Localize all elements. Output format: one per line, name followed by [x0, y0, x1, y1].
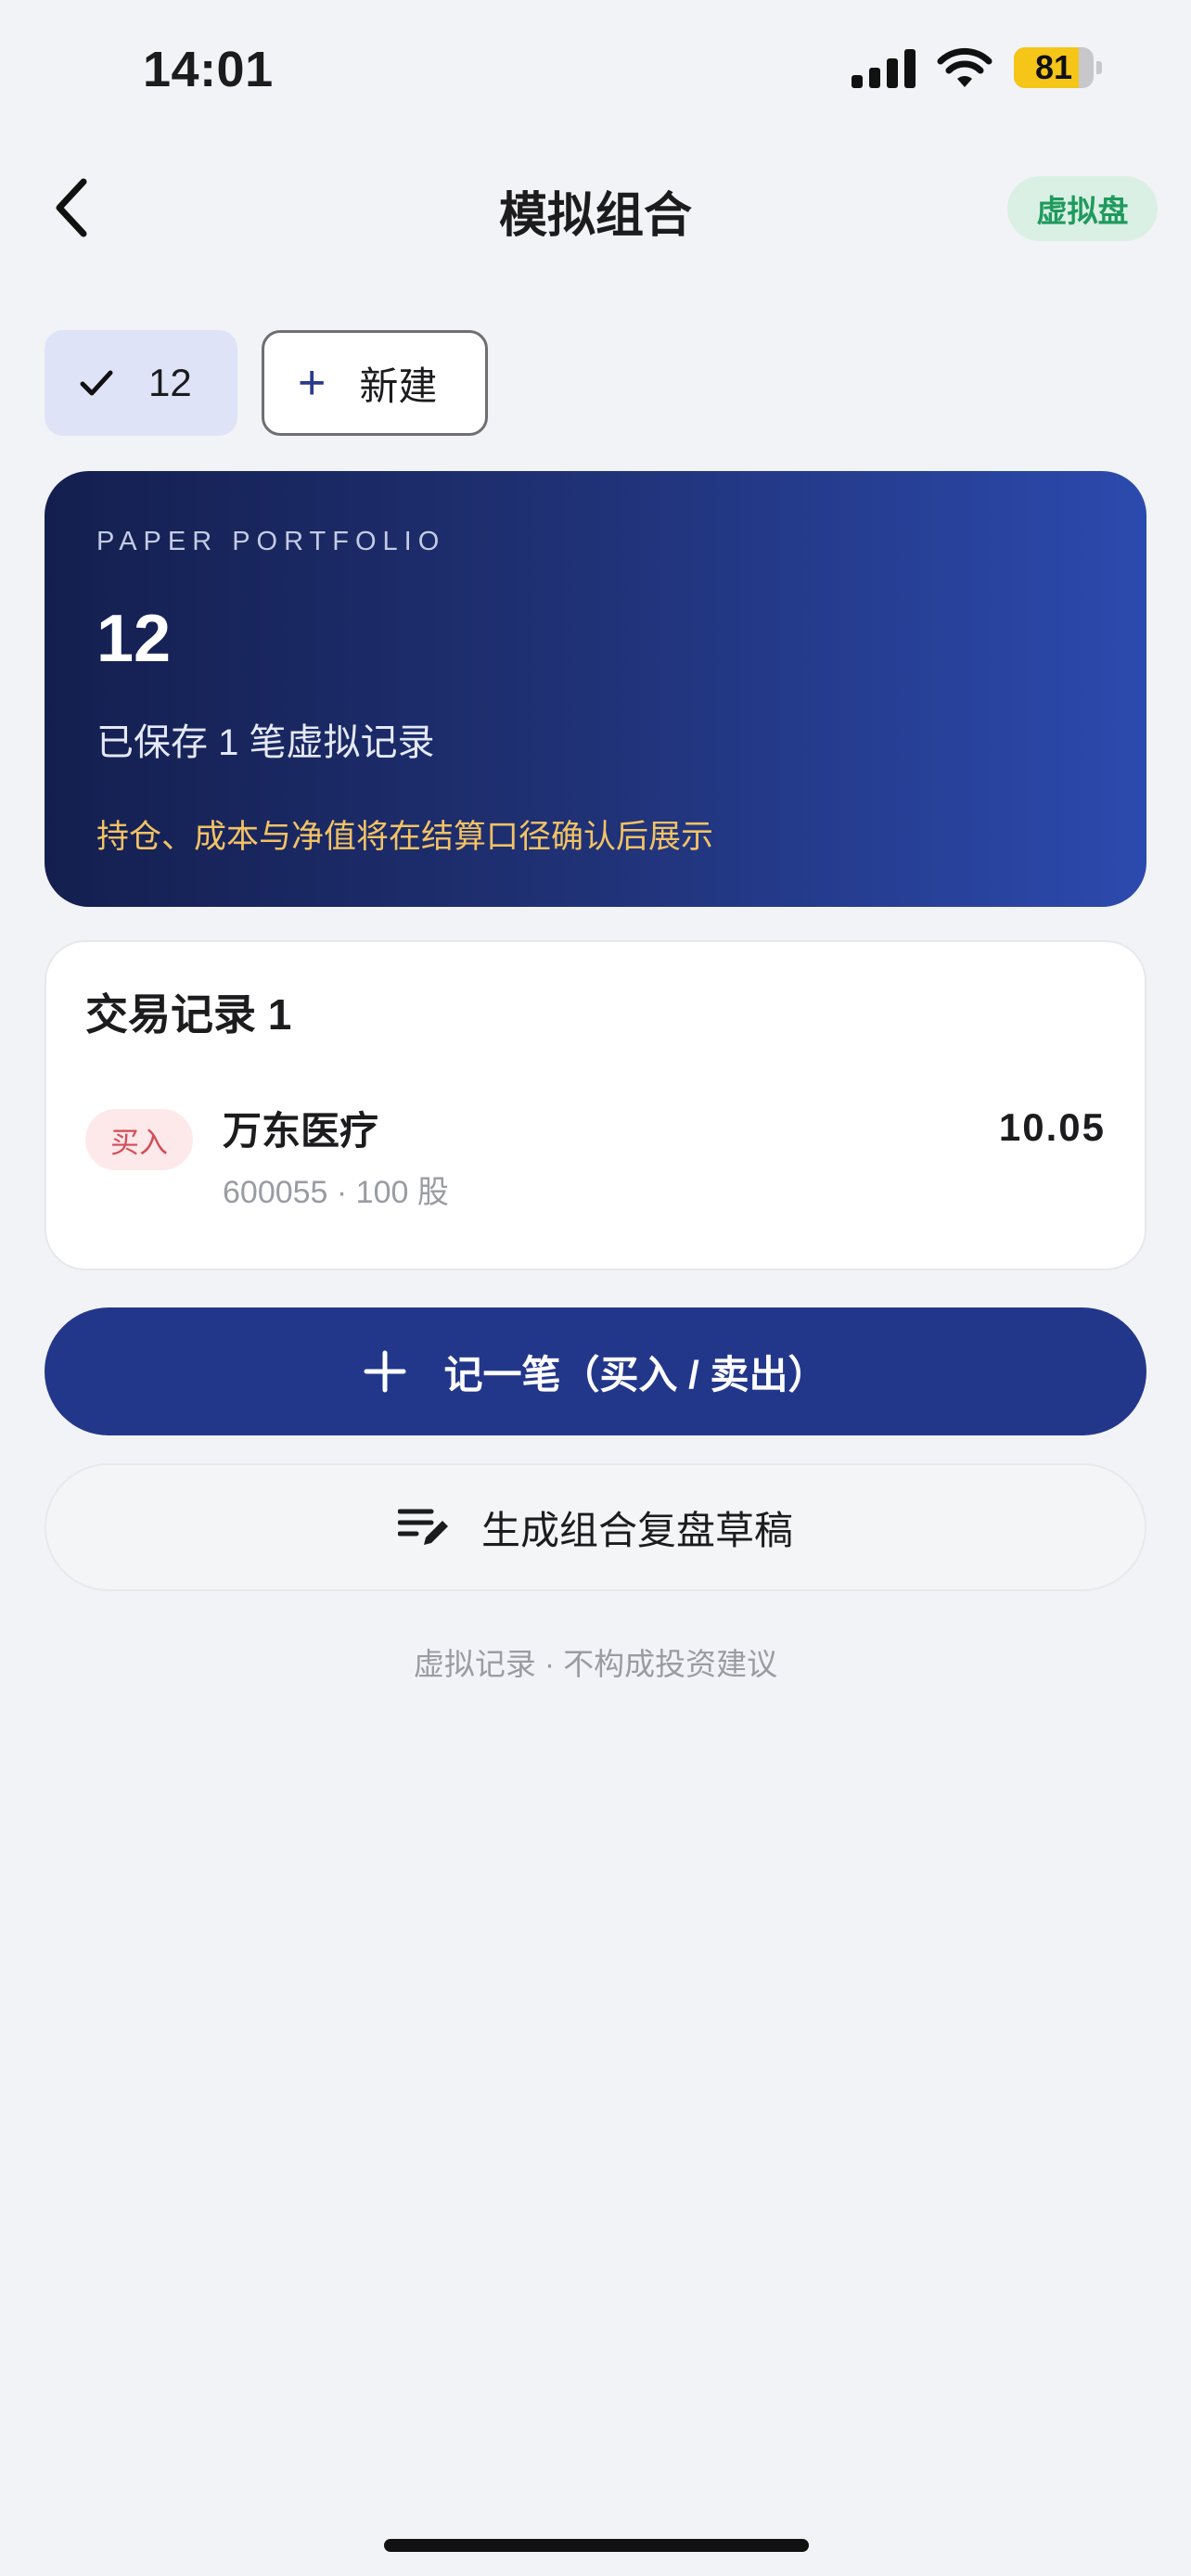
portfolio-tab-label: 12 — [148, 361, 192, 404]
summary-subtitle: 已保存 1 笔虚拟记录 — [96, 722, 435, 763]
stock-meta: 600055 · 100 股 — [223, 1175, 449, 1210]
stock-name: 万东医疗 — [223, 1109, 379, 1153]
transaction-row[interactable]: 买入 万东医疗 600055 · 100 股 10.05 — [85, 1096, 1106, 1210]
portfolio-tabs: 12 + 新建 — [45, 330, 488, 436]
record-trade-button[interactable]: 记一笔（买入 / 卖出） — [45, 1307, 1146, 1435]
portfolio-tab-active[interactable]: 12 — [45, 330, 237, 436]
transactions-card: 交易记录 1 买入 万东医疗 600055 · 100 股 10.05 — [45, 940, 1146, 1270]
transactions-title: 交易记录 1 — [85, 990, 292, 1039]
status-indicators: 81 — [852, 46, 1102, 89]
edit-list-icon — [397, 1509, 448, 1545]
paper-portfolio-screen: 14:01 81 模拟组合 虚拟盘 12 + 新建 PAPER PORTFOLI… — [0, 0, 1191, 2576]
trade-price: 10.05 — [998, 1105, 1106, 1149]
status-time: 14:01 — [143, 42, 274, 97]
new-portfolio-label: 新建 — [359, 363, 438, 408]
summary-note: 持仓、成本与净值将在结算口径确认后展示 — [96, 819, 714, 855]
record-trade-label: 记一笔（买入 / 卖出） — [443, 1352, 827, 1396]
review-draft-label: 生成组合复盘草稿 — [480, 1508, 793, 1552]
checkmark-icon — [80, 370, 113, 396]
home-indicator[interactable] — [384, 2539, 809, 2552]
trade-side-badge: 买入 — [85, 1109, 193, 1170]
portfolio-name: 12 — [96, 602, 172, 676]
battery-icon: 81 — [1014, 47, 1094, 88]
generate-review-draft-button[interactable]: 生成组合复盘草稿 — [45, 1463, 1146, 1591]
cellular-signal-icon — [852, 47, 916, 88]
new-portfolio-button[interactable]: + 新建 — [262, 330, 488, 436]
portfolio-summary-card: PAPER PORTFOLIO 12 已保存 1 笔虚拟记录 持仓、成本与净值将… — [45, 471, 1146, 907]
battery-level: 81 — [1034, 48, 1073, 86]
virtual-mode-badge[interactable]: 虚拟盘 — [1007, 176, 1158, 241]
plus-icon: + — [298, 356, 327, 410]
summary-eyebrow: PAPER PORTFOLIO — [96, 527, 446, 556]
battery-tip — [1096, 61, 1102, 74]
wifi-icon — [937, 47, 992, 87]
plus-icon — [364, 1350, 406, 1393]
disclaimer-text: 虚拟记录 · 不构成投资建议 — [413, 1647, 778, 1681]
